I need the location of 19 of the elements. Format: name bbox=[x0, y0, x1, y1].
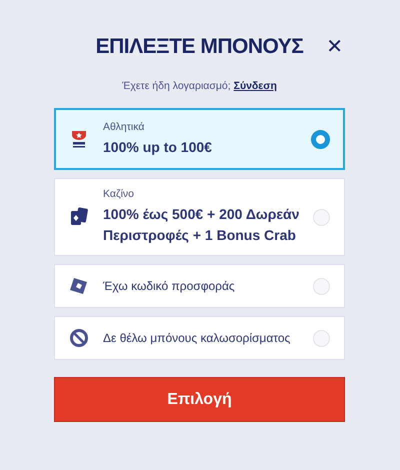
option-category: Αθλητικά bbox=[103, 120, 146, 132]
bonus-option[interactable]: Δε θέλω μπόνους καλωσορίσματος bbox=[54, 316, 345, 360]
option-label: 100% up to 100€ bbox=[103, 138, 213, 157]
option-label: 100% έως 500€ + 200 Δωρεάν Περιστροφές + 1 Bonus Crab bbox=[103, 205, 300, 245]
bonus-option[interactable]: Καζίνο 100% έως 500€ + 200 Δωρεάν Περιστροφές + 1 Bonus Crab bbox=[54, 178, 345, 256]
cards-icon bbox=[69, 207, 89, 227]
close-button[interactable]: ✕ bbox=[324, 34, 345, 58]
ban-icon bbox=[69, 328, 89, 348]
account-prompt: Έχετε ήδη λογαριασμό; bbox=[122, 80, 231, 92]
bonus-option[interactable]: Αθλητικά 100% up to 100€ bbox=[54, 108, 345, 170]
select-button[interactable]: Επιλογή bbox=[54, 377, 345, 422]
radio-button[interactable] bbox=[311, 130, 330, 148]
dialog-title: ΕΠΙΛΕΞΤΕ ΜΠΟΝΟΥΣ bbox=[96, 35, 304, 59]
trophy-icon bbox=[69, 129, 89, 149]
option-label: Δε θέλω μπόνους καλωσορίσματος bbox=[103, 330, 292, 346]
bonus-option[interactable]: Έχω κωδικό προσφοράς bbox=[54, 264, 345, 308]
option-category: Καζίνο bbox=[103, 188, 135, 200]
option-label: Έχω κωδικό προσφοράς bbox=[103, 278, 236, 294]
login-link[interactable]: Σύνδεση bbox=[234, 80, 277, 92]
